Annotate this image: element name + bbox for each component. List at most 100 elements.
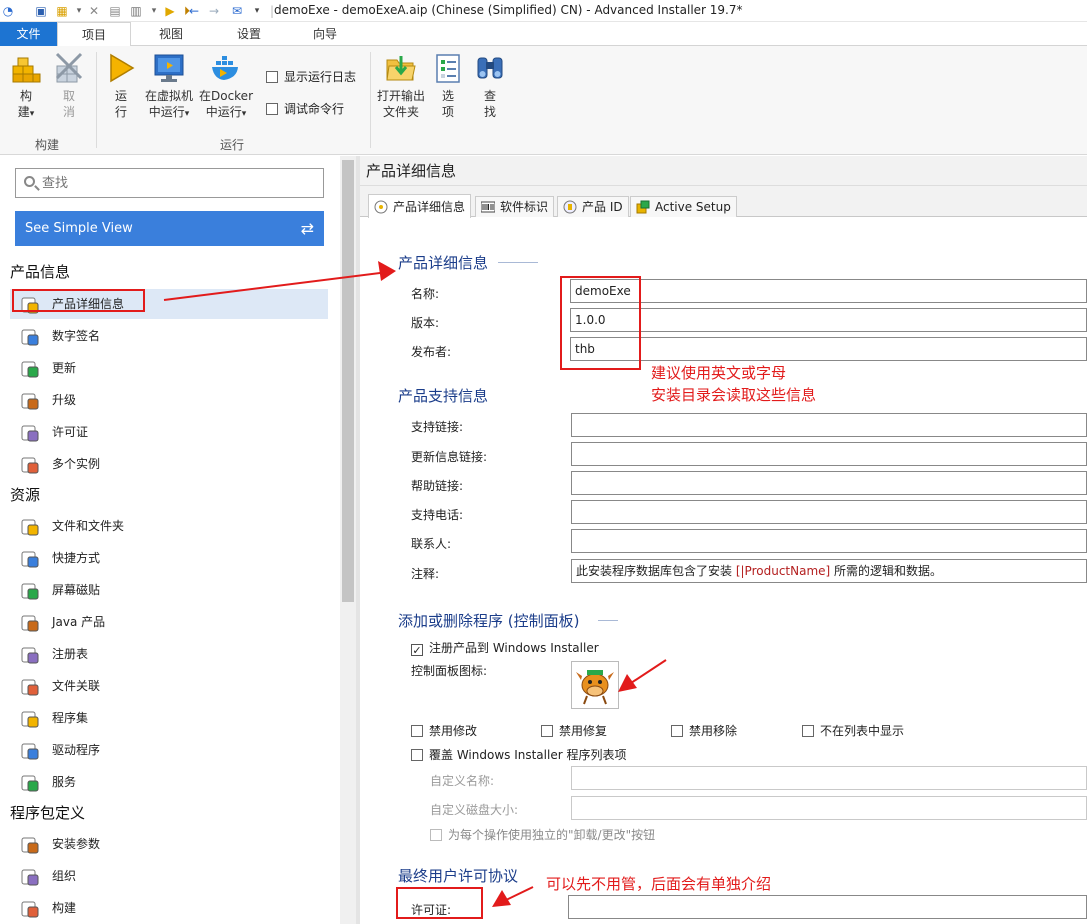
title-bar: ◔ ▣ ▦ ▾ ✕ ▤ ▥ ▾ ▶ ⏵ ← → ✉ ▾ | demoExe - … [0, 0, 1087, 22]
see-simple-view-button[interactable]: See Simple View ⇄ [15, 211, 324, 246]
tab-product-id-label: 产品 ID [582, 200, 623, 214]
sidebar-item-1-4[interactable]: 注册表 [10, 639, 328, 669]
save-disabled-icon[interactable]: ▤ [107, 3, 123, 19]
sidebar-item-0-3[interactable]: 升级 [10, 385, 328, 415]
build-icon [12, 57, 41, 83]
back-arrow-icon[interactable]: ← [186, 3, 202, 19]
save-icon[interactable]: ▣ [33, 3, 49, 19]
options-button[interactable]: 选 项 [432, 52, 464, 120]
comments-field[interactable]: 此安装程序数据库包含了安装 [|ProductName] 所需的逻辑和数据。 [571, 559, 1087, 583]
sidebar-item-1-0[interactable]: 文件和文件夹 [10, 511, 328, 541]
tab-settings[interactable]: 设置 [218, 22, 280, 46]
sidebar-item-0-5[interactable]: 多个实例 [10, 449, 328, 479]
separate-buttons-checkbox[interactable] [430, 829, 442, 841]
hide-in-list-option[interactable]: 不在列表中显示 [802, 722, 904, 739]
run-in-docker-button[interactable]: 在Docker 中运行▾ [197, 52, 255, 122]
disable-repair-option[interactable]: 禁用修复 [541, 722, 607, 739]
disable-modify-option[interactable]: 禁用修改 [411, 722, 477, 739]
contact-field[interactable] [571, 529, 1087, 553]
sidebar-item-1-1[interactable]: 快捷方式 [10, 543, 328, 573]
name-field[interactable]: demoExe [570, 279, 1087, 303]
tab-view[interactable]: 视图 [140, 22, 202, 46]
separate-buttons-option[interactable]: 为每个操作使用独立的"卸载/更改"按钮 [430, 826, 655, 843]
forward-arrow-icon[interactable]: → [206, 3, 222, 19]
show-run-log-checkbox[interactable] [266, 71, 278, 83]
group-eula: 最终用户许可协议 [398, 865, 518, 886]
tab-wizard[interactable]: 向导 [294, 22, 356, 46]
run-label-2: 行 [114, 105, 127, 119]
tab-product-details[interactable]: 产品详细信息 [368, 194, 472, 218]
sidebar-item-1-6[interactable]: 程序集 [10, 703, 328, 733]
disable-remove-checkbox[interactable] [671, 725, 683, 737]
sidebar-item-1-3[interactable]: Java 产品 [10, 607, 328, 637]
custom-name-field[interactable] [571, 766, 1087, 790]
hide-in-list-checkbox[interactable] [802, 725, 814, 737]
sidebar-item-1-2[interactable]: 屏幕磁贴 [10, 575, 328, 605]
update-link-field[interactable] [571, 442, 1087, 466]
tab-software-id-label: 软件标识 [500, 200, 549, 214]
cp-icon-label: 控制面板图标: [411, 664, 488, 678]
sidebar-item-0-1[interactable]: 数字签名 [10, 321, 328, 351]
debug-cmdline-toggle[interactable]: 调试命令行 [266, 100, 344, 117]
help-link-field[interactable] [571, 471, 1087, 495]
dropdown-small-icon[interactable]: ▾ [71, 3, 87, 19]
sidebar-item-0-4[interactable]: 许可证 [10, 417, 328, 447]
tab-software-id[interactable]: 软件标识 [475, 196, 555, 217]
control-panel-icon-picker[interactable] [571, 661, 619, 709]
custom-size-field[interactable] [571, 796, 1087, 820]
build-dropdown-icon: ▾ [29, 109, 35, 119]
disable-remove-option[interactable]: 禁用移除 [671, 722, 737, 739]
register-windows-installer-label: 注册产品到 Windows Installer [429, 641, 599, 655]
customize-qat-icon[interactable]: ▾ [249, 3, 265, 19]
disable-repair-checkbox[interactable] [541, 725, 553, 737]
left-scrollbar-thumb[interactable] [342, 160, 354, 602]
simple-view-label: See Simple View [25, 221, 133, 236]
options-small-icon[interactable]: ▥ [128, 3, 144, 19]
sidebar-item-1-5[interactable]: 文件关联 [10, 671, 328, 701]
page-title: 产品详细信息 [360, 156, 1087, 186]
search-input[interactable] [42, 174, 312, 192]
publisher-field[interactable]: thb [570, 337, 1087, 361]
tiles-icon [20, 581, 40, 601]
override-list-entry-option[interactable]: 覆盖 Windows Installer 程序列表项 [411, 746, 626, 763]
tab-active-setup[interactable]: Active Setup [630, 196, 737, 217]
sidebar-item-2-0[interactable]: 安装参数 [10, 829, 328, 859]
register-windows-installer-checkbox[interactable] [411, 644, 423, 656]
register-windows-installer-option[interactable]: 注册产品到 Windows Installer [411, 639, 599, 656]
mail-icon[interactable]: ✉ [229, 3, 245, 19]
sidebar-item-1-8[interactable]: 服务 [10, 767, 328, 797]
disable-modify-checkbox[interactable] [411, 725, 423, 737]
debug-cmdline-checkbox[interactable] [266, 103, 278, 115]
tab-file[interactable]: 文件 [0, 22, 57, 46]
support-link-field[interactable] [571, 413, 1087, 437]
search-box[interactable] [15, 168, 324, 198]
cancel-small-icon[interactable]: ✕ [86, 3, 102, 19]
version-field[interactable]: 1.0.0 [570, 308, 1087, 332]
open-output-folder-button[interactable]: 打开输出 文件夹 [376, 52, 426, 120]
sidebar-item-0-2[interactable]: 更新 [10, 353, 328, 383]
highlight-box-license [396, 887, 483, 919]
organization-icon [20, 867, 40, 887]
build-button[interactable]: 构 建▾ [8, 52, 44, 122]
run-button[interactable]: 运 行 [105, 52, 137, 120]
license-field[interactable] [568, 895, 1087, 919]
annotation-note-1a: 建议使用英文或字母 [651, 364, 787, 382]
custom-name-label: 自定义名称: [430, 774, 495, 788]
show-run-log-toggle[interactable]: 显示运行日志 [266, 68, 356, 85]
tab-project[interactable]: 项目 [57, 22, 131, 47]
run-small-icon[interactable]: ▶ [162, 3, 178, 19]
override-list-entry-checkbox[interactable] [411, 749, 423, 761]
find-button[interactable]: 查 找 [474, 52, 506, 120]
run-in-vm-button[interactable]: 在虚拟机 中运行▾ [143, 52, 195, 122]
comments-label: 注释: [411, 567, 440, 581]
support-phone-field[interactable] [571, 500, 1087, 524]
sidebar-item-label: 快捷方式 [52, 551, 101, 565]
build-small-icon[interactable]: ▦ [54, 3, 70, 19]
cancel-build-button[interactable]: 取 消 [52, 52, 86, 120]
vm-dropdown-icon: ▾ [184, 109, 190, 119]
sidebar-item-2-1[interactable]: 组织 [10, 861, 328, 891]
sidebar-item-1-7[interactable]: 驱动程序 [10, 735, 328, 765]
tab-product-id[interactable]: 产品 ID [557, 196, 629, 217]
dropdown-small-icon-2[interactable]: ▾ [146, 3, 162, 19]
sidebar-item-2-2[interactable]: 构建 [10, 893, 328, 923]
